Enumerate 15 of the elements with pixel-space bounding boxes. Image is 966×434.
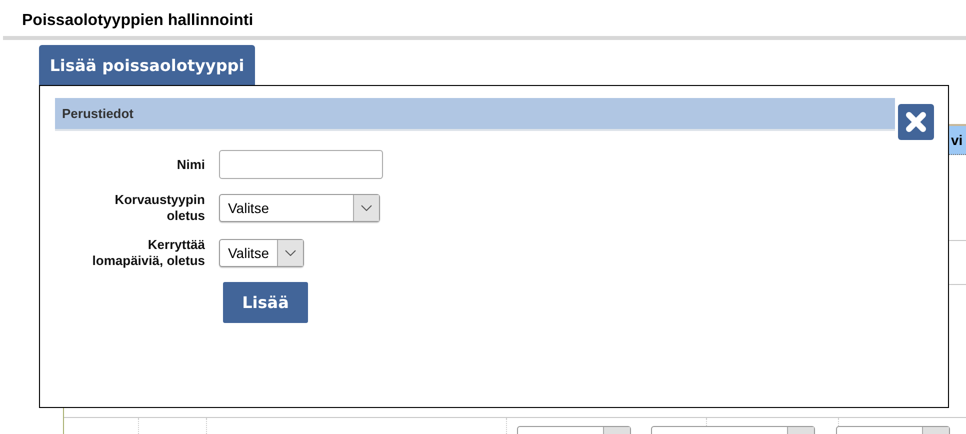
- section-header: Perustiedot: [55, 98, 895, 131]
- field-label: Nimi: [176, 156, 205, 172]
- add-button[interactable]: Lisää: [223, 282, 308, 323]
- close-icon: [905, 111, 927, 133]
- select-field[interactable]: Valitse: [219, 194, 380, 222]
- field-label: Korvaustyypin oletus: [114, 192, 205, 224]
- name-input[interactable]: [219, 150, 383, 179]
- chevron-down-icon: [361, 205, 372, 211]
- chevron-down-icon: [285, 250, 296, 256]
- page-title: Poissaolotyyppien hallinnointi: [21, 11, 254, 31]
- add-absence-type-tab[interactable]: Lisää poissaolotyyppi: [39, 45, 255, 85]
- field-label: Kerryttää lomapäiviä, oletus: [91, 237, 205, 269]
- select-field[interactable]: Valitse: [219, 239, 304, 267]
- column-header: vi: [951, 131, 964, 150]
- close-button[interactable]: [898, 104, 934, 140]
